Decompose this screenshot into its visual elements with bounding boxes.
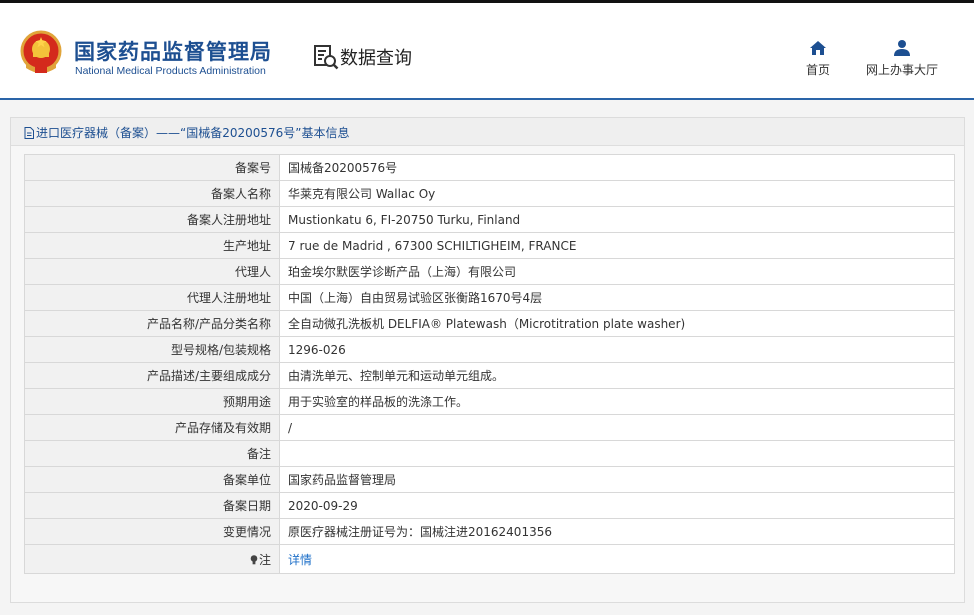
field-label: 型号规格/包装规格 xyxy=(24,336,280,363)
field-value: 由清洗单元、控制单元和运动单元组成。 xyxy=(279,362,955,389)
table-row: 备注 xyxy=(24,440,955,467)
field-label: 变更情况 xyxy=(24,518,280,545)
table-row: 备案日期 2020-09-29 xyxy=(24,492,955,519)
query-title: 数据查询 xyxy=(340,48,412,69)
table-row: 生产地址 7 rue de Madrid , 67300 SCHILTIGHEI… xyxy=(24,232,955,259)
field-label: 备案人注册地址 xyxy=(24,206,280,233)
table-row: 注 详情 xyxy=(24,544,955,574)
bulb-icon xyxy=(250,554,258,564)
table-row: 备案号 国械备20200576号 xyxy=(24,154,955,181)
nav-online-service-hall[interactable]: 网上办事大厅 xyxy=(860,39,944,78)
table-row: 产品存储及有效期 / xyxy=(24,414,955,441)
table-row: 代理人 珀金埃尔默医学诊断产品（上海）有限公司 xyxy=(24,258,955,285)
national-emblem-icon xyxy=(20,30,62,73)
field-value: 国家药品监督管理局 xyxy=(279,466,955,493)
table-row: 产品描述/主要组成成分 由清洗单元、控制单元和运动单元组成。 xyxy=(24,362,955,389)
panel-header: 进口医疗器械（备案）——“国械备20200576号”基本信息 xyxy=(11,118,964,146)
field-label: 备注 xyxy=(24,440,280,467)
table-row: 变更情况 原医疗器械注册证号为：国械注进20162401356 xyxy=(24,518,955,545)
user-icon xyxy=(894,40,910,56)
home-icon xyxy=(810,41,826,55)
field-value: 国械备20200576号 xyxy=(279,154,955,181)
field-label: 代理人 xyxy=(24,258,280,285)
document-icon xyxy=(24,127,34,139)
field-label: 产品名称/产品分类名称 xyxy=(24,310,280,337)
field-value xyxy=(279,440,955,467)
nav-home-label: 首页 xyxy=(805,63,830,77)
table-row: 型号规格/包装规格 1296-026 xyxy=(24,336,955,363)
field-label: 产品存储及有效期 xyxy=(24,414,280,441)
field-label: 产品描述/主要组成成分 xyxy=(24,362,280,389)
field-value: 用于实验室的样品板的洗涤工作。 xyxy=(279,388,955,415)
field-value: 华莱克有限公司 Wallac Oy xyxy=(279,180,955,207)
field-label: 备案号 xyxy=(24,154,280,181)
panel-title: 进口医疗器械（备案）——“国械备20200576号”基本信息 xyxy=(24,124,350,141)
field-value: 原医疗器械注册证号为：国械注进20162401356 xyxy=(279,518,955,545)
field-value: 中国（上海）自由贸易试验区张衡路1670号4层 xyxy=(279,284,955,311)
note-label-text: 注 xyxy=(258,552,271,567)
field-label: 备案人名称 xyxy=(24,180,280,207)
table-row: 代理人注册地址 中国（上海）自由贸易试验区张衡路1670号4层 xyxy=(24,284,955,311)
info-table: 备案号 国械备20200576号 备案人名称 华莱克有限公司 Wallac Oy… xyxy=(24,154,955,574)
table-row: 产品名称/产品分类名称 全自动微孔洗板机 DELFIA® Platewash（M… xyxy=(24,310,955,337)
table-row: 备案人名称 华莱克有限公司 Wallac Oy xyxy=(24,180,955,207)
table-row: 预期用途 用于实验室的样品板的洗涤工作。 xyxy=(24,388,955,415)
field-value: Mustionkatu 6, FI-20750 Turku, Finland xyxy=(279,206,955,233)
field-value: 1296-026 xyxy=(279,336,955,363)
field-label-note: 注 xyxy=(24,544,280,574)
field-value: 详情 xyxy=(279,544,955,574)
field-value: 7 rue de Madrid , 67300 SCHILTIGHEIM, FR… xyxy=(279,232,955,259)
field-value: 全自动微孔洗板机 DELFIA® Platewash（Microtitratio… xyxy=(279,310,955,337)
field-value: / xyxy=(279,414,955,441)
site-header: 国家药品监督管理局 National Medical Products Admi… xyxy=(0,3,974,99)
field-label: 备案单位 xyxy=(24,466,280,493)
field-label: 备案日期 xyxy=(24,492,280,519)
nav-home[interactable]: 首页 xyxy=(800,39,836,78)
field-value: 珀金埃尔默医学诊断产品（上海）有限公司 xyxy=(279,258,955,285)
field-label: 生产地址 xyxy=(24,232,280,259)
panel-title-text: 进口医疗器械（备案）——“国械备20200576号”基本信息 xyxy=(36,126,350,140)
table-row: 备案人注册地址 Mustionkatu 6, FI-20750 Turku, F… xyxy=(24,206,955,233)
document-search-icon xyxy=(314,45,339,70)
brand-name-en: National Medical Products Administration xyxy=(75,65,266,77)
nav-online-service-hall-label: 网上办事大厅 xyxy=(865,63,938,77)
table-row: 备案单位 国家药品监督管理局 xyxy=(24,466,955,493)
field-value: 2020-09-29 xyxy=(279,492,955,519)
brand-name-cn: 国家药品监督管理局 xyxy=(74,40,272,64)
details-link[interactable]: 详情 xyxy=(288,553,312,567)
field-label: 预期用途 xyxy=(24,388,280,415)
field-label: 代理人注册地址 xyxy=(24,284,280,311)
